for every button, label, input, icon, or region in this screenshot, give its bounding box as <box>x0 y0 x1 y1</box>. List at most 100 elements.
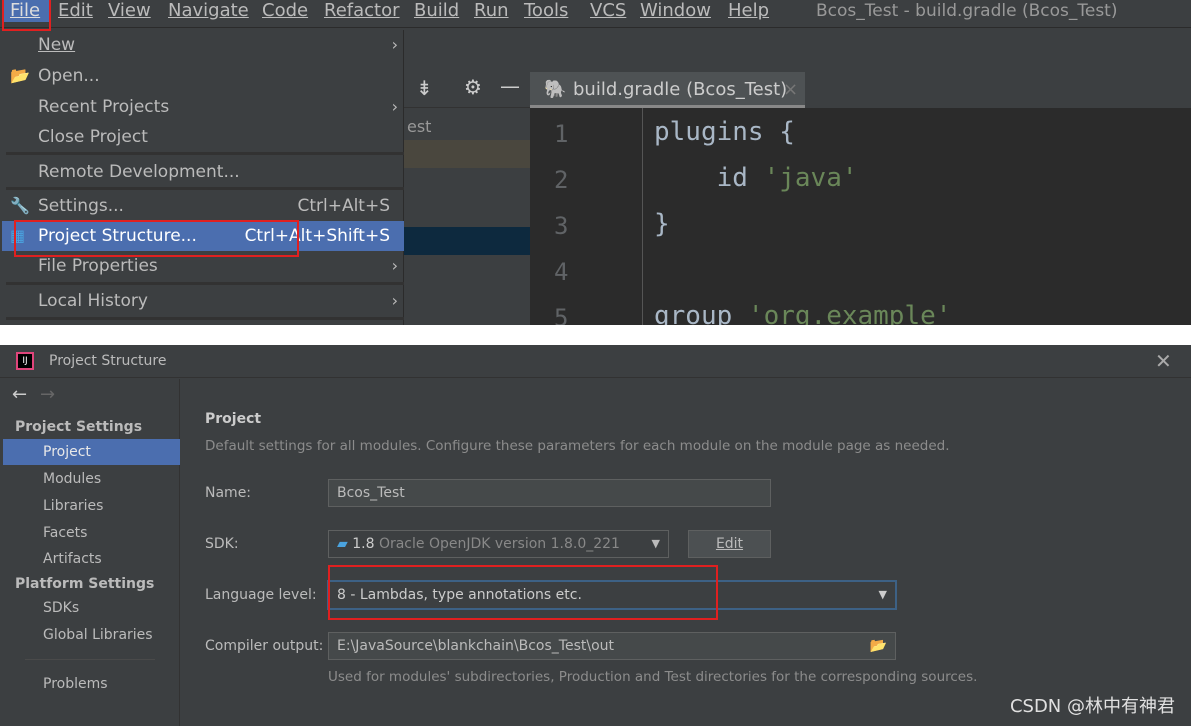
line-number: 4 <box>554 258 569 286</box>
line-number: 3 <box>554 212 569 240</box>
menu-item-close-project[interactable]: Close Project <box>2 122 404 152</box>
section-project-settings: Project Settings <box>15 419 143 435</box>
browse-folder-icon[interactable]: 📂 <box>870 633 887 659</box>
gear-icon[interactable]: ⚙ <box>464 75 482 99</box>
chevron-right-icon: › <box>391 35 398 54</box>
menu-code[interactable]: Code <box>262 0 308 22</box>
code-string: 'org.example' <box>747 301 952 325</box>
tool-window-header: ⇟ ⚙ — <box>404 72 530 108</box>
code-line: group 'org.example' <box>654 301 951 325</box>
menu-build[interactable]: Build <box>414 0 459 22</box>
dialog-title: Project Structure <box>49 353 167 369</box>
annotation-box-language-level <box>328 565 718 620</box>
dialog-title-bar: IJ Project Structure ✕ <box>0 345 1191 378</box>
chevron-down-icon: ▼ <box>651 537 660 550</box>
editor-tab[interactable]: 🐘 build.gradle (Bcos_Test) × <box>530 72 805 108</box>
line-number: 5 <box>554 304 569 325</box>
sidebar-item-modules[interactable]: Modules <box>3 466 180 492</box>
annotation-box-project-structure <box>14 220 299 257</box>
sidebar-divider <box>25 659 155 660</box>
menu-tools[interactable]: Tools <box>524 0 568 22</box>
menu-item-new[interactable]: New › <box>2 30 404 60</box>
compiler-output-hint: Used for modules' subdirectories, Produc… <box>328 669 978 685</box>
sidebar-item-global-libraries[interactable]: Global Libraries <box>3 622 180 648</box>
language-level-label: Language level: <box>205 587 317 603</box>
compiler-output-label: Compiler output: <box>205 638 324 654</box>
chevron-down-icon: ▼ <box>878 588 887 601</box>
chevron-right-icon: › <box>391 291 398 310</box>
chevron-right-icon: › <box>391 256 398 275</box>
tab-label: build.gradle (Bcos_Test) <box>573 79 788 100</box>
project-tree-item[interactable]: est <box>407 117 431 136</box>
sdk-label: SDK: <box>205 536 239 552</box>
project-structure-dialog: IJ Project Structure ✕ ← → Project Setti… <box>0 345 1191 726</box>
menu-item-settings[interactable]: 🔧 Settings... Ctrl+Alt+S <box>2 191 404 221</box>
gutter-line <box>642 108 643 325</box>
name-label: Name: <box>205 485 252 501</box>
menu-edit[interactable]: Edit <box>58 0 93 22</box>
annotation-box-file <box>2 0 51 31</box>
collapse-all-icon[interactable]: ⇟ <box>416 76 433 100</box>
menu-view[interactable]: View <box>108 0 151 22</box>
minimize-icon[interactable]: — <box>500 74 520 98</box>
line-number: 2 <box>554 166 569 194</box>
code-text: id <box>654 163 764 193</box>
menu-item-remote-development[interactable]: Remote Development... <box>2 157 404 187</box>
tree-row-highlight <box>404 140 530 168</box>
close-tab-icon[interactable]: × <box>783 72 798 108</box>
code-text: } <box>654 209 670 239</box>
ide-window: File Edit View Navigate Code Refactor Bu… <box>0 0 1191 325</box>
sidebar-item-artifacts[interactable]: Artifacts <box>3 546 180 572</box>
wrench-icon: 🔧 <box>10 196 30 215</box>
section-heading: Project <box>205 411 262 427</box>
code-line: } <box>654 209 670 239</box>
code-string: 'java' <box>763 163 858 193</box>
chevron-right-icon: › <box>391 97 398 116</box>
menu-refactor[interactable]: Refactor <box>324 0 400 22</box>
edit-button[interactable]: Edit <box>688 530 771 558</box>
project-pane: est <box>404 108 530 325</box>
sidebar-item-sdks[interactable]: SDKs <box>3 595 180 621</box>
menu-separator <box>6 187 404 190</box>
menu-run[interactable]: Run <box>474 0 509 22</box>
menu-separator <box>6 152 404 155</box>
menu-vcs[interactable]: VCS <box>590 0 626 22</box>
close-icon[interactable]: ✕ <box>1155 349 1172 373</box>
code-text: plugins { <box>654 117 795 147</box>
sidebar-item-facets[interactable]: Facets <box>3 520 180 546</box>
compiler-output-value: E:\JavaSource\blankchain\Bcos_Test\out <box>337 638 614 654</box>
sidebar-item-project[interactable]: Project <box>3 439 180 465</box>
intellij-logo-icon: IJ <box>16 352 34 370</box>
sidebar-item-libraries[interactable]: Libraries <box>3 493 180 519</box>
menu-item-open[interactable]: 📂 Open... <box>2 61 404 91</box>
dialog-sidebar: ← → Project Settings Project Modules Lib… <box>0 379 180 726</box>
menu-navigate[interactable]: Navigate <box>168 0 249 22</box>
code-line: plugins { <box>654 117 795 147</box>
gradle-elephant-icon: 🐘 <box>544 79 567 100</box>
code-text: group <box>654 301 748 325</box>
folder-open-icon: 📂 <box>10 66 30 85</box>
line-number: 1 <box>554 120 569 148</box>
section-platform-settings: Platform Settings <box>15 576 155 592</box>
menu-help[interactable]: Help <box>728 0 769 22</box>
sdk-dropdown[interactable]: ▰ 1.8 Oracle OpenJDK version 1.8.0_221 ▼ <box>328 530 669 558</box>
menu-separator <box>6 317 404 320</box>
file-menu: New › 📂 Open... Recent Projects › Close Pro… <box>2 30 404 325</box>
name-input[interactable]: Bcos_Test <box>328 479 771 507</box>
menu-item-local-history[interactable]: Local History › <box>2 286 404 316</box>
code-editor[interactable]: 1 2 3 4 5 plugins { id 'java' } group 'o… <box>530 108 1191 325</box>
menu-bar: File Edit View Navigate Code Refactor Bu… <box>0 0 1191 28</box>
forward-arrow-icon[interactable]: → <box>40 384 55 405</box>
tree-row-selected <box>404 227 530 255</box>
sdk-folder-icon: ▰ <box>337 536 348 552</box>
window-title: Bcos_Test - build.gradle (Bcos_Test) <box>816 1 1118 21</box>
code-line: id 'java' <box>654 163 858 193</box>
menu-window[interactable]: Window <box>640 0 711 22</box>
section-description: Default settings for all modules. Config… <box>205 438 950 454</box>
menu-item-recent-projects[interactable]: Recent Projects › <box>2 92 404 122</box>
watermark: CSDN @林中有神君 <box>1009 696 1175 717</box>
back-arrow-icon[interactable]: ← <box>12 384 27 405</box>
sidebar-item-problems[interactable]: Problems <box>3 671 180 697</box>
compiler-output-input[interactable]: E:\JavaSource\blankchain\Bcos_Test\out 📂 <box>328 632 896 660</box>
menu-separator <box>6 282 404 285</box>
